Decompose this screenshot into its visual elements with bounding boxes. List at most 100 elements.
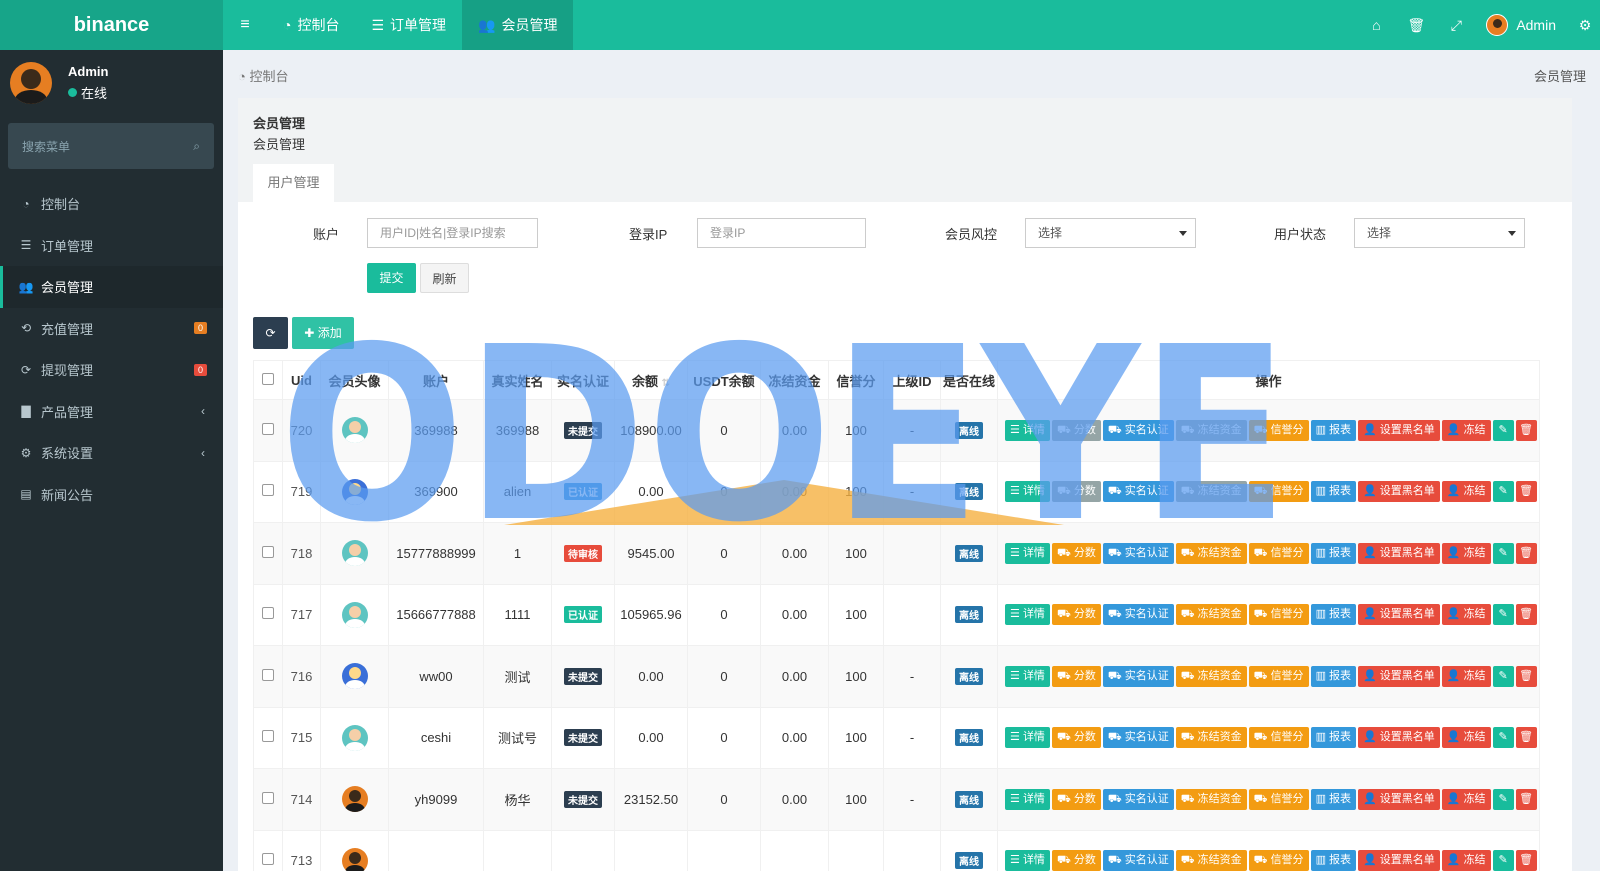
report-button[interactable]: ▥ 报表 xyxy=(1310,419,1357,441)
credit-button[interactable]: ⛟ 信誉分 xyxy=(1248,665,1309,687)
trash-icon[interactable]: 🗑 xyxy=(1396,17,1436,34)
report-button[interactable]: ▥ 报表 xyxy=(1310,727,1357,749)
sidebar-item-products[interactable]: ▇ 产品管理 ‹ xyxy=(0,391,223,433)
report-button[interactable]: ▥ 报表 xyxy=(1310,481,1357,503)
detail-button[interactable]: ☰ 详情 xyxy=(1005,727,1050,749)
tab-orders[interactable]: ☰ 订单管理 xyxy=(355,0,462,50)
freeze-funds-button[interactable]: ⛟ 冻结资金 xyxy=(1175,727,1247,749)
edit-button[interactable]: ✎ xyxy=(1492,481,1514,503)
credit-button[interactable]: ⛟ 信誉分 xyxy=(1248,850,1309,871)
realname-button[interactable]: ⛟ 实名认证 xyxy=(1102,542,1174,564)
report-button[interactable]: ▥ 报表 xyxy=(1310,850,1357,871)
blacklist-button[interactable]: 👤 设置黑名单 xyxy=(1358,850,1440,871)
freeze-funds-button[interactable]: ⛟ 冻结资金 xyxy=(1175,788,1247,810)
ip-input[interactable]: 登录IP xyxy=(697,218,866,248)
score-button[interactable]: ⛟ 分数 xyxy=(1051,727,1101,749)
edit-button[interactable]: ✎ xyxy=(1492,850,1514,871)
edit-button[interactable]: ✎ xyxy=(1492,665,1514,687)
report-button[interactable]: ▥ 报表 xyxy=(1310,788,1357,810)
detail-button[interactable]: ☰ 详情 xyxy=(1005,788,1050,810)
risk-select[interactable]: 选择 xyxy=(1025,218,1196,248)
add-button[interactable]: ✚ 添加 xyxy=(292,317,354,349)
delete-button[interactable]: 🗑 xyxy=(1515,542,1537,564)
credit-button[interactable]: ⛟ 信誉分 xyxy=(1248,604,1309,626)
reload-button[interactable]: ⟳ xyxy=(253,317,288,349)
blacklist-button[interactable]: 👤 设置黑名单 xyxy=(1358,481,1440,503)
col-balance[interactable]: 余额 ⇅ xyxy=(614,360,688,400)
tab-dashboard[interactable]: ◔ 控制台 xyxy=(267,0,355,50)
realname-button[interactable]: ⛟ 实名认证 xyxy=(1102,419,1174,441)
fullscreen-icon[interactable]: ⤢ xyxy=(1436,17,1476,34)
gear-icon[interactable]: ⚙ xyxy=(1570,17,1600,34)
sidebar-item-dashboard[interactable]: ◔ 控制台 xyxy=(0,183,223,225)
row-checkbox[interactable] xyxy=(253,522,283,585)
row-checkbox[interactable] xyxy=(253,399,283,462)
select-all-checkbox[interactable] xyxy=(253,360,283,400)
account-search-input[interactable]: 用户ID|姓名|登录IP搜索 xyxy=(367,218,538,248)
edit-button[interactable]: ✎ xyxy=(1492,542,1514,564)
score-button[interactable]: ⛟ 分数 xyxy=(1051,481,1101,503)
row-checkbox[interactable] xyxy=(253,829,283,871)
row-checkbox[interactable] xyxy=(253,768,283,831)
sidebar-item-recharge[interactable]: ⟲ 充值管理 0 xyxy=(0,308,223,350)
realname-button[interactable]: ⛟ 实名认证 xyxy=(1102,788,1174,810)
freeze-button[interactable]: 👤 冻结 xyxy=(1441,419,1491,441)
blacklist-button[interactable]: 👤 设置黑名单 xyxy=(1358,542,1440,564)
sidebar-toggle-icon[interactable]: ≡ xyxy=(223,0,267,50)
freeze-button[interactable]: 👤 冻结 xyxy=(1441,788,1491,810)
col-uid[interactable]: Uid xyxy=(282,360,321,400)
tab-members[interactable]: 👥 会员管理 xyxy=(462,0,574,50)
delete-button[interactable]: 🗑 xyxy=(1515,419,1537,441)
realname-button[interactable]: ⛟ 实名认证 xyxy=(1102,727,1174,749)
delete-button[interactable]: 🗑 xyxy=(1515,481,1537,503)
breadcrumb[interactable]: ◔ 控制台 xyxy=(238,66,288,85)
delete-button[interactable]: 🗑 xyxy=(1515,788,1537,810)
credit-button[interactable]: ⛟ 信誉分 xyxy=(1248,542,1309,564)
edit-button[interactable]: ✎ xyxy=(1492,604,1514,626)
row-checkbox[interactable] xyxy=(253,583,283,646)
blacklist-button[interactable]: 👤 设置黑名单 xyxy=(1358,727,1440,749)
realname-button[interactable]: ⛟ 实名认证 xyxy=(1102,604,1174,626)
freeze-button[interactable]: 👤 冻结 xyxy=(1441,604,1491,626)
delete-button[interactable]: 🗑 xyxy=(1515,727,1537,749)
submit-button[interactable]: 提交 xyxy=(367,263,416,293)
detail-button[interactable]: ☰ 详情 xyxy=(1005,604,1050,626)
report-button[interactable]: ▥ 报表 xyxy=(1310,542,1357,564)
realname-button[interactable]: ⛟ 实名认证 xyxy=(1102,481,1174,503)
score-button[interactable]: ⛟ 分数 xyxy=(1051,542,1101,564)
report-button[interactable]: ▥ 报表 xyxy=(1310,604,1357,626)
score-button[interactable]: ⛟ 分数 xyxy=(1051,850,1101,871)
row-checkbox[interactable] xyxy=(253,460,283,523)
freeze-button[interactable]: 👤 冻结 xyxy=(1441,542,1491,564)
sidebar-item-news[interactable]: ▤ 新闻公告 xyxy=(0,474,223,516)
score-button[interactable]: ⛟ 分数 xyxy=(1051,419,1101,441)
edit-button[interactable]: ✎ xyxy=(1492,419,1514,441)
sidebar-item-withdraw[interactable]: ⟳ 提现管理 0 xyxy=(0,349,223,391)
score-button[interactable]: ⛟ 分数 xyxy=(1051,788,1101,810)
credit-button[interactable]: ⛟ 信誉分 xyxy=(1248,419,1309,441)
delete-button[interactable]: 🗑 xyxy=(1515,665,1537,687)
freeze-funds-button[interactable]: ⛟ 冻结资金 xyxy=(1175,419,1247,441)
report-button[interactable]: ▥ 报表 xyxy=(1310,665,1357,687)
blacklist-button[interactable]: 👤 设置黑名单 xyxy=(1358,788,1440,810)
freeze-funds-button[interactable]: ⛟ 冻结资金 xyxy=(1175,481,1247,503)
freeze-funds-button[interactable]: ⛟ 冻结资金 xyxy=(1175,542,1247,564)
edit-button[interactable]: ✎ xyxy=(1492,727,1514,749)
detail-button[interactable]: ☰ 详情 xyxy=(1005,542,1050,564)
freeze-button[interactable]: 👤 冻结 xyxy=(1441,850,1491,871)
detail-button[interactable]: ☰ 详情 xyxy=(1005,419,1050,441)
delete-button[interactable]: 🗑 xyxy=(1515,604,1537,626)
detail-button[interactable]: ☰ 详情 xyxy=(1005,850,1050,871)
edit-button[interactable]: ✎ xyxy=(1492,788,1514,810)
tab-user-management[interactable]: 用户管理 xyxy=(253,164,334,202)
blacklist-button[interactable]: 👤 设置黑名单 xyxy=(1358,665,1440,687)
freeze-funds-button[interactable]: ⛟ 冻结资金 xyxy=(1175,604,1247,626)
freeze-button[interactable]: 👤 冻结 xyxy=(1441,665,1491,687)
freeze-funds-button[interactable]: ⛟ 冻结资金 xyxy=(1175,665,1247,687)
detail-button[interactable]: ☰ 详情 xyxy=(1005,665,1050,687)
score-button[interactable]: ⛟ 分数 xyxy=(1051,665,1101,687)
brand-logo[interactable]: binance xyxy=(0,0,223,50)
realname-button[interactable]: ⛟ 实名认证 xyxy=(1102,850,1174,871)
sidebar-item-orders[interactable]: ☰ 订单管理 xyxy=(0,225,223,267)
realname-button[interactable]: ⛟ 实名认证 xyxy=(1102,665,1174,687)
